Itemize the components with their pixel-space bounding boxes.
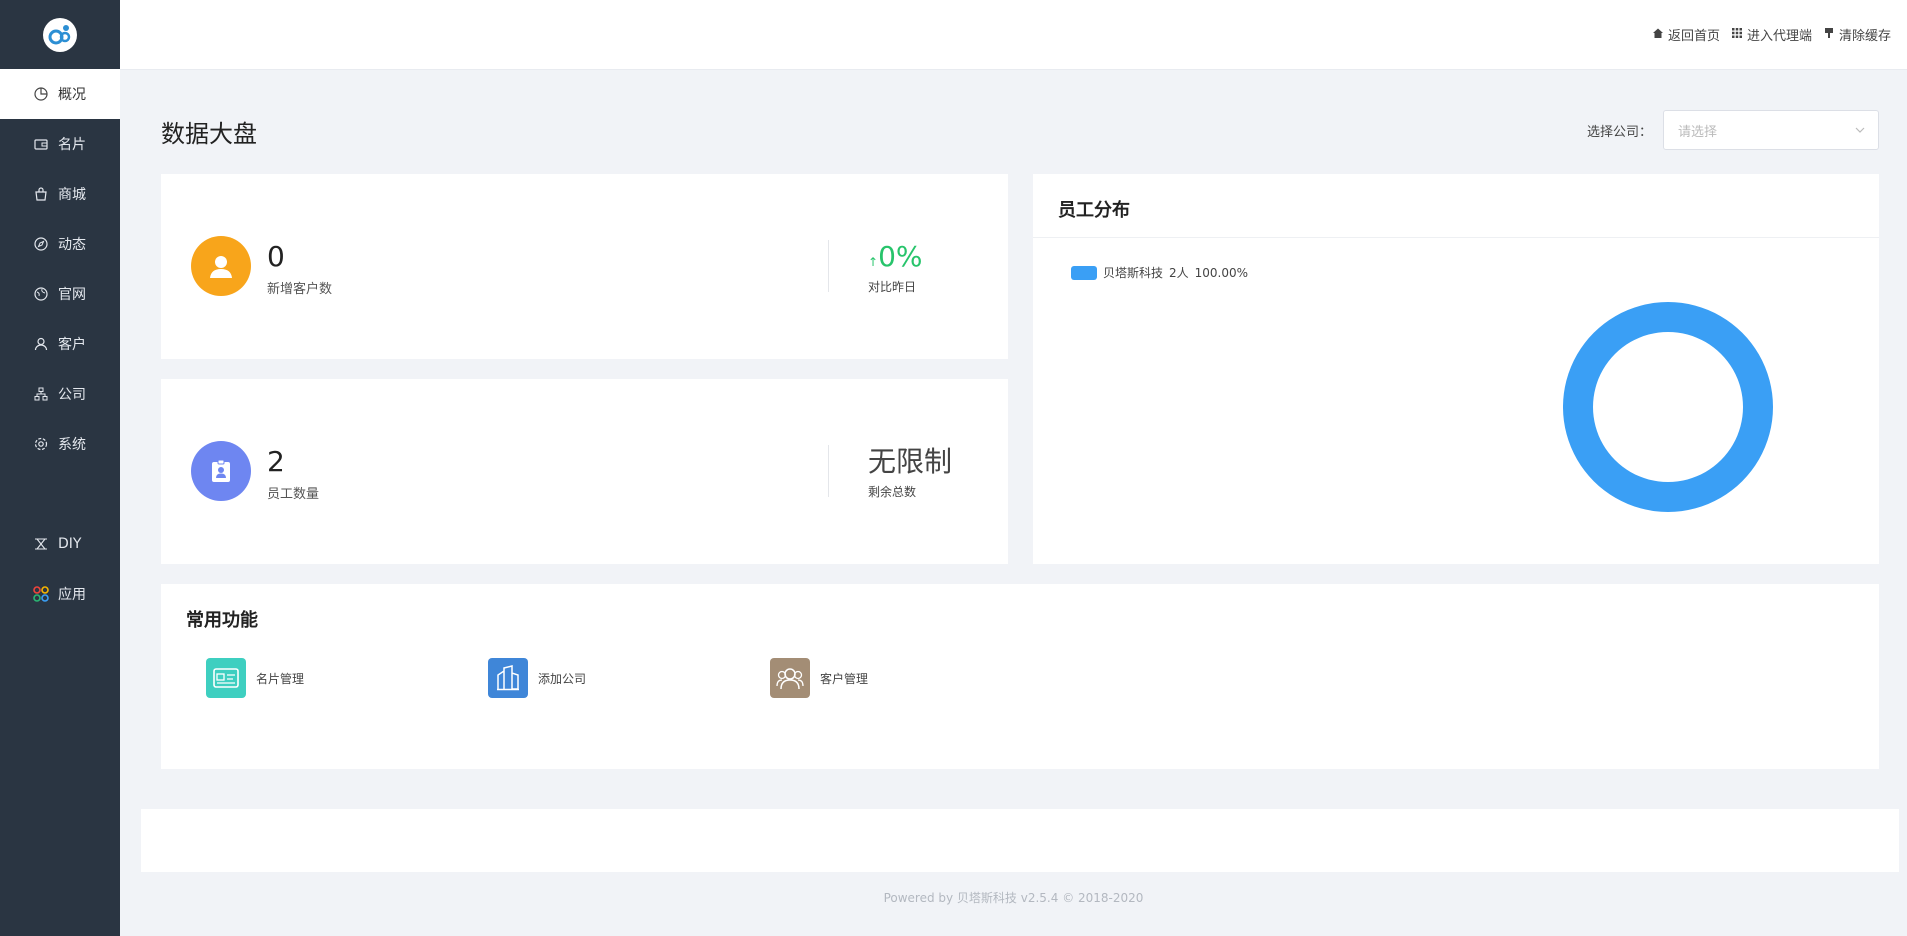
agent-link[interactable]: 进入代理端 <box>1731 25 1812 44</box>
employees-card: 2 员工数量 无限制 剩余总数 <box>161 379 1008 564</box>
sidebar-item-customer[interactable]: 客户 <box>0 319 120 369</box>
donut-slice-贝塔斯科技[interactable] <box>1563 302 1773 512</box>
diy-icon <box>33 536 49 552</box>
apps-icon <box>33 586 49 602</box>
common-functions-card: 常用功能 名片管理 添加公司 客户管理 <box>161 584 1879 769</box>
sidebar-item-label: 官网 <box>58 287 86 303</box>
sidebar-item-card[interactable]: 名片 <box>0 119 120 169</box>
function-customer-manage[interactable]: 客户管理 <box>770 658 868 698</box>
sidebar-item-label: 系统 <box>58 437 86 453</box>
new-customers-change: ↑0% <box>868 242 922 277</box>
chart-legend[interactable]: 贝塔斯科技 2人 100.00% <box>1071 264 1248 281</box>
function-label: 名片管理 <box>256 671 305 686</box>
divider <box>1033 237 1879 238</box>
sidebar-item-label: 动态 <box>58 237 86 253</box>
agent-link-label: 进入代理端 <box>1746 29 1812 44</box>
badge-icon <box>191 441 251 501</box>
donut-chart[interactable] <box>1563 302 1773 512</box>
home-link-label: 返回首页 <box>1667 29 1720 44</box>
sidebar-item-label: 概况 <box>58 87 86 103</box>
company-select[interactable]: 请选择 <box>1663 110 1879 150</box>
employees-remaining-label: 剩余总数 <box>868 485 917 499</box>
home-link[interactable]: 返回首页 <box>1652 25 1720 44</box>
grid-icon <box>1731 27 1743 43</box>
user-icon <box>33 336 49 352</box>
arrow-up-icon: ↑ <box>868 255 879 269</box>
globe-icon <box>33 286 49 302</box>
legend-percent: 100.00% <box>1194 265 1249 280</box>
company-select-label: 选择公司： <box>1587 125 1653 140</box>
sidebar-item-website[interactable]: 官网 <box>0 269 120 319</box>
pie-chart-icon <box>33 86 49 102</box>
functions-title: 常用功能 <box>186 610 258 631</box>
brush-icon <box>1823 27 1835 43</box>
new-customers-value: 0 <box>267 240 285 273</box>
chevron-down-icon <box>1854 124 1866 140</box>
sidebar-item-system[interactable]: 系统 <box>0 419 120 469</box>
company-select-placeholder: 请选择 <box>1678 124 1718 140</box>
new-customers-change-value: 0% <box>878 240 923 273</box>
header-links: 返回首页 进入代理端 清除缓存 <box>1652 25 1891 44</box>
sidebar-item-label: 应用 <box>58 587 86 603</box>
footer-copyright: Powered by 贝塔斯科技 v2.5.4 © 2018-2020 <box>883 891 1144 905</box>
sidebar-item-label: 名片 <box>58 137 86 153</box>
sidebar-item-label: 客户 <box>58 337 86 353</box>
stat-divider <box>828 445 829 497</box>
sidebar-item-label: 公司 <box>58 387 86 403</box>
gear-icon <box>33 436 49 452</box>
function-add-company[interactable]: 添加公司 <box>488 658 586 698</box>
stat-divider <box>828 240 829 292</box>
sidebar-item-mall[interactable]: 商城 <box>0 169 120 219</box>
logo-icon[interactable] <box>43 17 77 52</box>
card-icon <box>206 658 246 698</box>
function-label: 添加公司 <box>538 671 587 686</box>
sidebar: 概况 名片 商城 动态 官网 客户 公司 系统 DIY 应用 <box>0 0 120 936</box>
employees-remaining-value: 无限制 <box>868 445 953 478</box>
function-label: 客户管理 <box>820 671 869 686</box>
home-icon <box>1652 27 1664 43</box>
shopping-bag-icon <box>33 186 49 202</box>
clear-cache-link[interactable]: 清除缓存 <box>1823 25 1891 44</box>
page-title: 数据大盘 <box>161 120 257 148</box>
sidebar-item-label: 商城 <box>58 187 86 203</box>
content-band <box>141 809 1899 872</box>
sidebar-item-diy[interactable]: DIY <box>0 519 120 569</box>
top-header: 返回首页 进入代理端 清除缓存 <box>120 0 1907 70</box>
building-icon <box>488 658 528 698</box>
org-chart-icon <box>33 386 49 402</box>
employee-distribution-card: 员工分布 贝塔斯科技 2人 100.00% <box>1033 174 1879 564</box>
legend-count: 2人 <box>1169 266 1189 280</box>
sidebar-spacer <box>0 469 120 519</box>
new-customers-change-label: 对比昨日 <box>868 280 917 294</box>
sidebar-item-feed[interactable]: 动态 <box>0 219 120 269</box>
employees-value: 2 <box>267 445 285 478</box>
sidebar-nav: 概况 名片 商城 动态 官网 客户 公司 系统 DIY 应用 <box>0 69 120 619</box>
sidebar-item-company[interactable]: 公司 <box>0 369 120 419</box>
function-card-manage[interactable]: 名片管理 <box>206 658 304 698</box>
legend-swatch <box>1071 265 1097 280</box>
wallet-icon <box>33 136 49 152</box>
employees-label: 员工数量 <box>267 487 320 502</box>
users-icon <box>770 658 810 698</box>
new-customers-card: 0 新增客户数 ↑0% 对比昨日 <box>161 174 1008 359</box>
distribution-title: 员工分布 <box>1058 200 1130 221</box>
compass-icon <box>33 236 49 252</box>
new-customers-label: 新增客户数 <box>267 282 333 297</box>
sidebar-item-apps[interactable]: 应用 <box>0 569 120 619</box>
sidebar-item-label: DIY <box>58 536 82 552</box>
logo-area <box>0 0 120 69</box>
customer-avatar-icon <box>191 236 251 296</box>
clear-cache-label: 清除缓存 <box>1838 29 1891 44</box>
legend-name: 贝塔斯科技 <box>1103 266 1164 280</box>
sidebar-item-overview[interactable]: 概况 <box>0 69 120 119</box>
